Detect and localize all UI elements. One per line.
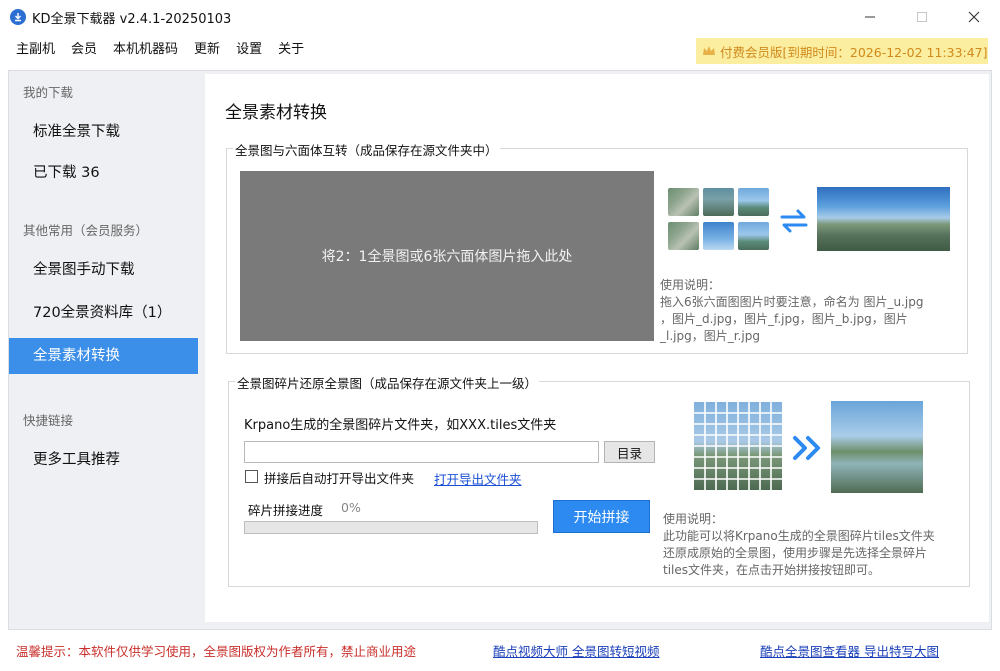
swap-arrows-icon <box>780 209 808 233</box>
title-bar: KD全景下载器 v2.4.1-20250103 <box>0 0 1000 34</box>
cube-face-thumbnail <box>738 222 769 250</box>
tiles-folder-label: Krpano生成的全景图碎片文件夹，如XXX.tiles文件夹 <box>244 418 557 433</box>
sidebar-item-720-library[interactable]: 720全景资料库（1） <box>9 295 198 331</box>
help-line: 使用说明： <box>660 278 721 292</box>
menu-settings[interactable]: 设置 <box>228 35 270 65</box>
help-line: 拖入6张六面图图片时要注意，命名为 图片_u.jpg <box>660 295 924 309</box>
drop-zone[interactable]: 将2：1全景图或6张六面体图片拖入此处 <box>240 171 654 341</box>
panorama-viewer-link[interactable]: 酷点全景图查看器 导出特写大图 <box>760 641 939 660</box>
vip-expiry-text: 付费会员版[到期时间：2026-12-02 11:33:47] <box>720 44 988 60</box>
auto-open-label: 拼接后自动打开导出文件夹 <box>264 471 415 486</box>
drop-zone-text: 将2：1全景图或6张六面体图片拖入此处 <box>321 249 573 265</box>
sidebar-item-material-convert[interactable]: 全景素材转换 <box>9 338 198 374</box>
cube-face-thumbnail <box>703 188 734 216</box>
help-line: tiles文件夹，在点击开始拼接按钮即可。 <box>663 563 881 577</box>
help-line: 此功能可以将Krpano生成的全景图碎片tiles文件夹 <box>663 529 935 543</box>
stitch-progress-label: 碎片拼接进度 <box>248 503 324 518</box>
sidebar-item-manual-download[interactable]: 全景图手动下载 <box>9 252 198 288</box>
maximize-icon <box>917 12 927 22</box>
sidebar-item-more-tools[interactable]: 更多工具推荐 <box>9 442 198 478</box>
cube-face-thumbnail <box>703 222 734 250</box>
sidebar-group-shortcuts: 快捷链接 <box>23 413 74 428</box>
download-app-icon <box>10 9 26 25</box>
menu-bar: 主副机 会员 本机机器码 更新 设置 关于 付费会员版[到期时间：2026-12… <box>0 34 1000 66</box>
start-stitch-button[interactable]: 开始拼接 <box>553 500 650 533</box>
sidebar-item-standard-download[interactable]: 标准全景下载 <box>9 114 198 150</box>
stitch-progress-bar <box>244 521 538 534</box>
menu-machine-code[interactable]: 本机机器码 <box>105 35 186 65</box>
close-icon <box>968 11 980 23</box>
sidebar: 我的下载 标准全景下载 已下载 36 其他常用（会员服务） 全景图手动下载 72… <box>9 71 198 629</box>
help-line: 还原成原始的全景图，使用步骤是先选择全景碎片 <box>663 546 928 560</box>
menu-update[interactable]: 更新 <box>186 35 228 65</box>
stitch-groupbox: 全景图碎片还原全景图（成品保存在源文件夹上一级） Krpano生成的全景图碎片文… <box>228 373 970 587</box>
tiles-grid-thumbnail <box>694 402 782 490</box>
notice-text: 温馨提示：本软件仅供学习使用，全景图版权为作者所有，禁止商业用途 <box>16 644 417 659</box>
auto-open-checkbox[interactable] <box>245 470 258 483</box>
convert-help: 使用说明： 拖入6张六面图图片时要注意，命名为 图片_u.jpg ，图片_d.j… <box>660 277 960 345</box>
stitched-panorama-thumbnail <box>831 401 923 493</box>
cube-face-thumbnail <box>668 188 699 216</box>
sidebar-item-downloaded[interactable]: 已下载 36 <box>9 155 198 191</box>
vip-badge: 付费会员版[到期时间：2026-12-02 11:33:47] <box>696 38 988 64</box>
maximize-button[interactable] <box>896 0 948 34</box>
menu-host-client[interactable]: 主副机 <box>8 35 63 65</box>
stitch-help: 使用说明： 此功能可以将Krpano生成的全景图碎片tiles文件夹 还原成原始… <box>663 511 963 579</box>
cube-face-thumbnail <box>738 188 769 216</box>
help-line: _l.jpg，图片_r.jpg <box>660 329 760 343</box>
menu-member[interactable]: 会员 <box>63 35 105 65</box>
stitch-group-title: 全景图碎片还原全景图（成品保存在源文件夹上一级） <box>235 373 540 392</box>
crown-icon <box>703 46 715 55</box>
minimize-button[interactable] <box>844 0 896 34</box>
panorama-thumbnail <box>817 187 950 251</box>
status-bar: 温馨提示：本软件仅供学习使用，全景图版权为作者所有，禁止商业用途 酷点视频大师 … <box>0 632 1000 671</box>
minimize-icon <box>865 16 875 18</box>
window-title: KD全景下载器 v2.4.1-20250103 <box>32 11 232 27</box>
stitch-progress-percent: 0% <box>341 500 361 515</box>
close-button[interactable] <box>948 0 1000 34</box>
menu-about[interactable]: 关于 <box>270 35 312 65</box>
page-title: 全景素材转换 <box>225 103 327 123</box>
help-line: ，图片_d.jpg，图片_f.jpg，图片_b.jpg，图片 <box>660 312 908 326</box>
video-master-link[interactable]: 酷点视频大师 全景图转短视频 <box>493 641 659 660</box>
double-chevron-right-icon <box>793 436 820 460</box>
tiles-folder-input[interactable] <box>244 441 599 463</box>
convert-group-title: 全景图与六面体互转（成品保存在源文件夹中） <box>233 140 500 159</box>
convert-groupbox: 全景图与六面体互转（成品保存在源文件夹中） 将2：1全景图或6张六面体图片拖入此… <box>226 140 968 354</box>
help-line: 使用说明： <box>663 512 724 526</box>
open-export-folder-link[interactable]: 打开导出文件夹 <box>434 469 522 488</box>
browse-folder-button[interactable]: 目录 <box>604 441 655 463</box>
sidebar-group-my-downloads: 我的下载 <box>23 85 74 100</box>
content-panel: 全景素材转换 全景图与六面体互转（成品保存在源文件夹中） 将2：1全景图或6张六… <box>205 74 989 622</box>
cube-face-thumbnail <box>668 222 699 250</box>
main-frame: 我的下载 标准全景下载 已下载 36 其他常用（会员服务） 全景图手动下载 72… <box>8 70 992 630</box>
sidebar-group-other: 其他常用（会员服务） <box>23 223 149 238</box>
